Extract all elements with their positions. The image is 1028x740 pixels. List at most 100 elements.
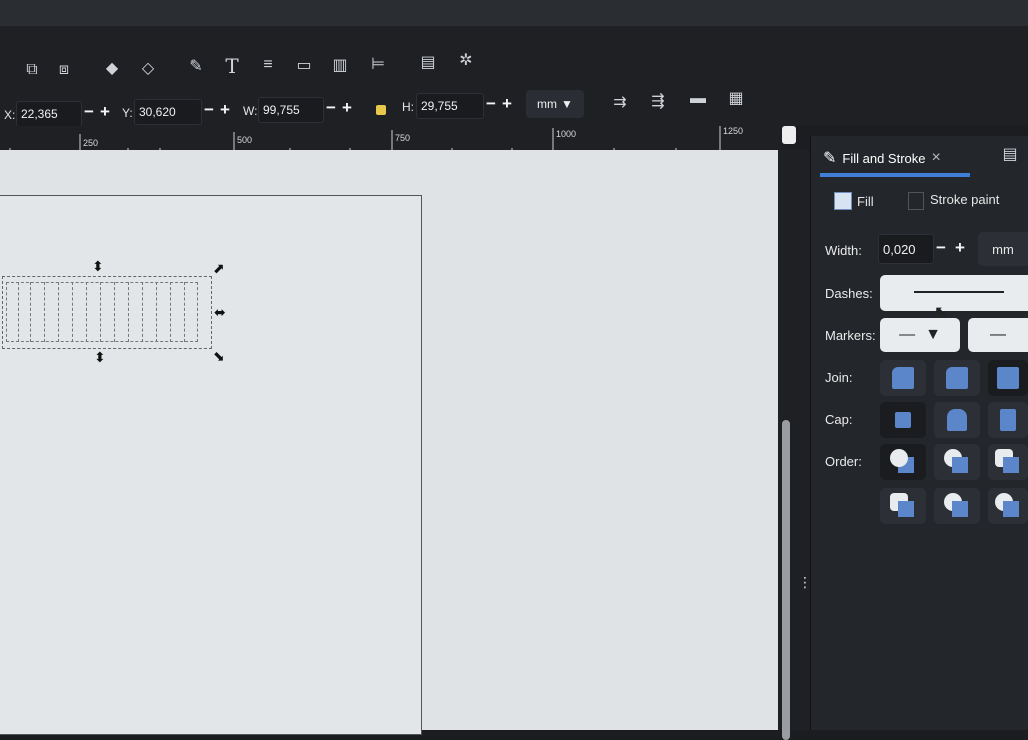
- ruler-label: 250: [83, 138, 99, 148]
- chevron-down-icon: ▼: [561, 97, 573, 111]
- join-miter-button[interactable]: [988, 360, 1028, 396]
- w-field[interactable]: 99,755: [258, 97, 324, 123]
- pencil-icon[interactable]: ✎: [184, 54, 208, 78]
- order-markers-stroke-fill-button[interactable]: [988, 488, 1028, 524]
- dashed-line: [142, 282, 143, 342]
- dashed-line: [86, 282, 87, 342]
- tab-fill-and-stroke[interactable]: ✎ Fill and Stroke ×: [823, 140, 970, 176]
- commands-toolbar: ⧉ ⧈ ◆ ◇ ✎ T ≡ ▭ ▥ ⊨ ▤ ✲: [0, 26, 1028, 86]
- join-bevel-button[interactable]: [880, 360, 926, 396]
- duplicate-icon[interactable]: ⧉: [20, 58, 44, 82]
- lock-icon[interactable]: [376, 105, 386, 115]
- order-icon: [890, 449, 916, 475]
- h-label: H:: [402, 100, 414, 114]
- move-gradients-icon[interactable]: ▬: [686, 87, 710, 111]
- vertical-scrollbar-area: ⋮: [778, 126, 812, 740]
- dashed-line: [30, 282, 31, 342]
- canvas-corner-icon[interactable]: [782, 126, 796, 144]
- start-marker-select[interactable]: — ▼: [880, 318, 960, 352]
- fill-swatch-icon: [834, 192, 852, 210]
- title-bar: [0, 0, 1028, 27]
- layers-icon[interactable]: ≡: [256, 53, 280, 77]
- width-unit-value: mm: [992, 241, 1014, 257]
- marker-none-icon: —: [990, 326, 1006, 343]
- xml-icon[interactable]: ▭: [292, 53, 316, 77]
- cap-label: Cap:: [825, 412, 853, 427]
- width-unit-select[interactable]: mm: [978, 232, 1028, 266]
- order-icon: [995, 449, 1021, 475]
- dashed-line: [18, 282, 19, 342]
- x-increment-button[interactable]: +: [100, 102, 110, 122]
- y-label: Y:: [122, 106, 133, 120]
- scale-handle-bottom-right-icon[interactable]: ⬊: [213, 348, 225, 365]
- order-label: Order:: [825, 454, 862, 469]
- scale-stroke-icon[interactable]: ⇉: [608, 90, 632, 114]
- x-decrement-button[interactable]: −: [84, 102, 94, 122]
- order-stroke-markers-fill-button[interactable]: [934, 488, 980, 524]
- order-fill-stroke-markers-button[interactable]: [880, 444, 926, 480]
- dashed-line: [72, 282, 73, 342]
- dashed-line: [44, 282, 45, 342]
- cap-square-button[interactable]: [988, 402, 1028, 438]
- join-round-icon: [946, 367, 968, 389]
- order-stroke-fill-markers-button[interactable]: [934, 444, 980, 480]
- scale-handle-top-right-icon[interactable]: ⬈: [213, 260, 225, 277]
- join-miter-icon: [997, 367, 1019, 389]
- join-label: Join:: [825, 370, 853, 385]
- scale-handle-top-icon[interactable]: ⬍: [92, 258, 104, 275]
- order-icon: [944, 449, 970, 475]
- x-field[interactable]: 22,365: [16, 101, 82, 127]
- cap-round-button[interactable]: [934, 402, 980, 438]
- markers-label: Markers:: [825, 328, 876, 343]
- objects-icon[interactable]: ▥: [328, 53, 352, 77]
- cap-butt-button[interactable]: [880, 402, 926, 438]
- dashed-line: [100, 282, 101, 342]
- close-icon[interactable]: ×: [932, 149, 941, 167]
- clone-icon[interactable]: ⧈: [52, 58, 76, 82]
- order-markers-fill-stroke-button[interactable]: [880, 488, 926, 524]
- cap-butt-icon: [895, 412, 911, 428]
- dashed-line: [156, 282, 157, 342]
- scale-handle-right-icon[interactable]: ⬌: [214, 304, 226, 321]
- text-icon[interactable]: T: [220, 54, 244, 78]
- h-decrement-button[interactable]: −: [486, 94, 496, 114]
- active-tab-indicator: [820, 173, 970, 177]
- join-round-button[interactable]: [934, 360, 980, 396]
- order-icon: [995, 493, 1021, 519]
- dashes-label: Dashes:: [825, 286, 873, 301]
- stroke-swatch-icon: [908, 192, 924, 210]
- order-fill-markers-stroke-button[interactable]: [988, 444, 1028, 480]
- document-properties-icon[interactable]: ▤: [998, 142, 1022, 166]
- chevron-down-icon: ▼: [925, 326, 941, 343]
- ungroup-icon[interactable]: ◇: [136, 56, 160, 80]
- tab-stroke-paint[interactable]: Stroke paint: [930, 192, 999, 207]
- h-increment-button[interactable]: +: [502, 94, 512, 114]
- scrollbar-thumb[interactable]: [782, 420, 790, 740]
- tab-label: Fill and Stroke: [842, 150, 926, 166]
- y-decrement-button[interactable]: −: [204, 100, 214, 120]
- width-increment-button[interactable]: +: [955, 238, 965, 258]
- solid-dash-pattern: [914, 291, 1004, 293]
- dashed-line: [128, 282, 129, 342]
- width-decrement-button[interactable]: −: [936, 238, 946, 258]
- stroke-width-field[interactable]: 0,020: [878, 234, 934, 264]
- h-field[interactable]: 29,755: [416, 93, 484, 119]
- w-increment-button[interactable]: +: [342, 98, 352, 118]
- tab-fill[interactable]: Fill: [857, 194, 874, 209]
- w-decrement-button[interactable]: −: [326, 98, 336, 118]
- w-label: W:: [243, 104, 258, 118]
- y-field[interactable]: 30,620: [134, 99, 202, 125]
- y-increment-button[interactable]: +: [220, 100, 230, 120]
- group-icon[interactable]: ◆: [100, 56, 124, 80]
- move-patterns-icon[interactable]: ▦: [724, 86, 748, 110]
- scale-corners-icon[interactable]: ⇶: [646, 89, 670, 113]
- document-icon[interactable]: ▤: [416, 50, 440, 74]
- symbols-icon[interactable]: ✲: [454, 48, 478, 72]
- order-icon: [944, 493, 970, 519]
- brush-icon: ✎: [823, 150, 837, 167]
- dashes-select[interactable]: [880, 275, 1028, 311]
- unit-select[interactable]: mm ▼: [526, 90, 584, 118]
- align-icon[interactable]: ⊨: [366, 52, 390, 76]
- mid-marker-select[interactable]: —: [968, 318, 1028, 352]
- scale-handle-bottom-icon[interactable]: ⬍: [94, 349, 106, 366]
